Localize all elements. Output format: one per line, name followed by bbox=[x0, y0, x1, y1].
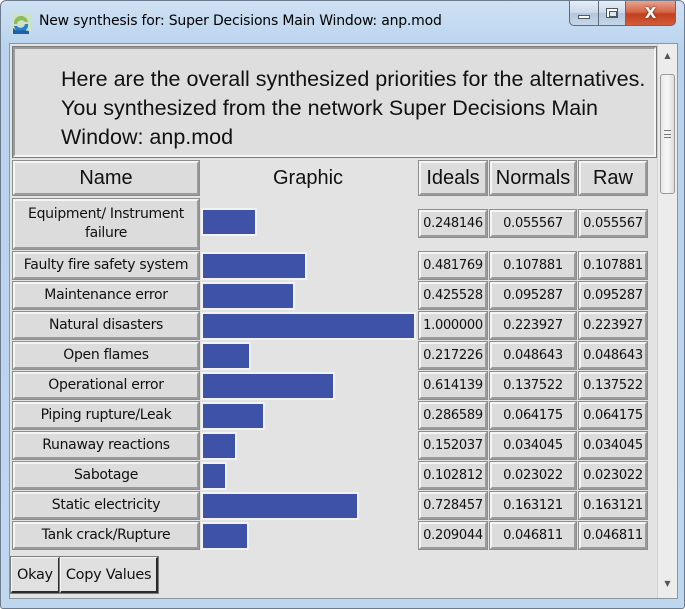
row-raw-value: 0.137522 bbox=[578, 371, 648, 400]
row-name: Runaway reactions bbox=[12, 431, 200, 460]
title-bar[interactable]: New synthesis for: Super Decisions Main … bbox=[1, 1, 684, 43]
row-name: Equipment/ Instrument failure bbox=[12, 198, 200, 250]
row-ideals-value: 0.286589 bbox=[418, 401, 488, 430]
priority-bar bbox=[203, 464, 225, 488]
row-ideals-value: 0.248146 bbox=[418, 209, 488, 238]
row-ideals-value: 0.152037 bbox=[418, 431, 488, 460]
row-normals-value: 0.048643 bbox=[489, 341, 577, 370]
synthesis-content: Here are the overall synthesized priorit… bbox=[9, 43, 678, 599]
grip-icon bbox=[664, 130, 671, 138]
row-normals-value: 0.095287 bbox=[489, 281, 577, 310]
synthesis-window: New synthesis for: Super Decisions Main … bbox=[0, 0, 685, 609]
row-name: Maintenance error bbox=[12, 281, 200, 310]
minimize-button[interactable] bbox=[569, 1, 599, 26]
synthesis-message: Here are the overall synthesized priorit… bbox=[61, 67, 646, 149]
row-normals-value: 0.023022 bbox=[489, 461, 577, 490]
copy-values-button[interactable]: Copy Values bbox=[58, 556, 160, 594]
row-normals-value: 0.107881 bbox=[489, 251, 577, 280]
close-icon: X bbox=[644, 4, 657, 22]
row-normals-value: 0.163121 bbox=[489, 491, 577, 520]
priority-bar bbox=[203, 524, 247, 548]
window-title: New synthesis for: Super Decisions Main … bbox=[39, 13, 442, 29]
maximize-button[interactable] bbox=[599, 1, 626, 26]
header-raw: Raw bbox=[578, 160, 648, 196]
row-ideals-value: 0.728457 bbox=[418, 491, 488, 520]
priority-bar bbox=[203, 494, 357, 518]
row-raw-value: 0.095287 bbox=[578, 281, 648, 310]
row-normals-value: 0.055567 bbox=[489, 209, 577, 238]
header-normals: Normals bbox=[489, 160, 577, 196]
row-raw-value: 0.023022 bbox=[578, 461, 648, 490]
row-raw-value: 0.048643 bbox=[578, 341, 648, 370]
priority-bar bbox=[203, 374, 333, 398]
row-normals-value: 0.064175 bbox=[489, 401, 577, 430]
row-name: Operational error bbox=[12, 371, 200, 400]
window-controls: X bbox=[569, 1, 676, 29]
vertical-scrollbar[interactable]: ▲ ▼ bbox=[657, 44, 677, 598]
row-ideals-value: 0.481769 bbox=[418, 251, 488, 280]
okay-button[interactable]: Okay bbox=[10, 556, 61, 594]
button-bar: Okay Copy Values bbox=[10, 556, 160, 594]
row-raw-value: 0.046811 bbox=[578, 521, 648, 550]
row-raw-value: 0.055567 bbox=[578, 209, 648, 238]
row-ideals-value: 0.614139 bbox=[418, 371, 488, 400]
minimize-icon bbox=[578, 14, 590, 19]
priority-bar bbox=[203, 404, 263, 428]
row-name: Static electricity bbox=[12, 491, 200, 520]
row-normals-value: 0.046811 bbox=[489, 521, 577, 550]
row-normals-value: 0.223927 bbox=[489, 311, 577, 340]
scroll-up-arrow-icon[interactable]: ▲ bbox=[658, 46, 677, 64]
row-name: Sabotage bbox=[12, 461, 200, 490]
header-name: Name bbox=[12, 160, 200, 196]
super-decisions-app-icon bbox=[11, 14, 31, 34]
row-name: Tank crack/Rupture bbox=[12, 521, 200, 550]
row-ideals-value: 0.217226 bbox=[418, 341, 488, 370]
header-ideals: Ideals bbox=[418, 160, 488, 196]
header-graphic: Graphic bbox=[272, 166, 344, 189]
priority-bar bbox=[203, 284, 293, 308]
close-button[interactable]: X bbox=[626, 1, 676, 26]
scroll-down-arrow-icon[interactable]: ▼ bbox=[658, 574, 677, 592]
row-name: Natural disasters bbox=[12, 311, 200, 340]
row-ideals-value: 0.209044 bbox=[418, 521, 488, 550]
row-raw-value: 0.223927 bbox=[578, 311, 648, 340]
row-normals-value: 0.137522 bbox=[489, 371, 577, 400]
scroll-thumb[interactable] bbox=[660, 74, 675, 194]
row-raw-value: 0.034045 bbox=[578, 431, 648, 460]
maximize-icon bbox=[606, 8, 618, 18]
row-ideals-value: 0.102812 bbox=[418, 461, 488, 490]
priority-bar bbox=[203, 210, 255, 234]
row-raw-value: 0.064175 bbox=[578, 401, 648, 430]
priority-bar bbox=[203, 314, 414, 338]
row-raw-value: 0.163121 bbox=[578, 491, 648, 520]
row-name: Open flames bbox=[12, 341, 200, 370]
row-ideals-value: 0.425528 bbox=[418, 281, 488, 310]
priority-bar bbox=[203, 344, 249, 368]
priority-bar bbox=[203, 254, 305, 278]
row-name: Piping rupture/Leak bbox=[12, 401, 200, 430]
row-name: Faulty fire safety system bbox=[12, 251, 200, 280]
row-raw-value: 0.107881 bbox=[578, 251, 648, 280]
row-normals-value: 0.034045 bbox=[489, 431, 577, 460]
message-panel: Here are the overall synthesized priorit… bbox=[12, 46, 657, 158]
priority-bar bbox=[203, 434, 235, 458]
row-ideals-value: 1.000000 bbox=[418, 311, 488, 340]
